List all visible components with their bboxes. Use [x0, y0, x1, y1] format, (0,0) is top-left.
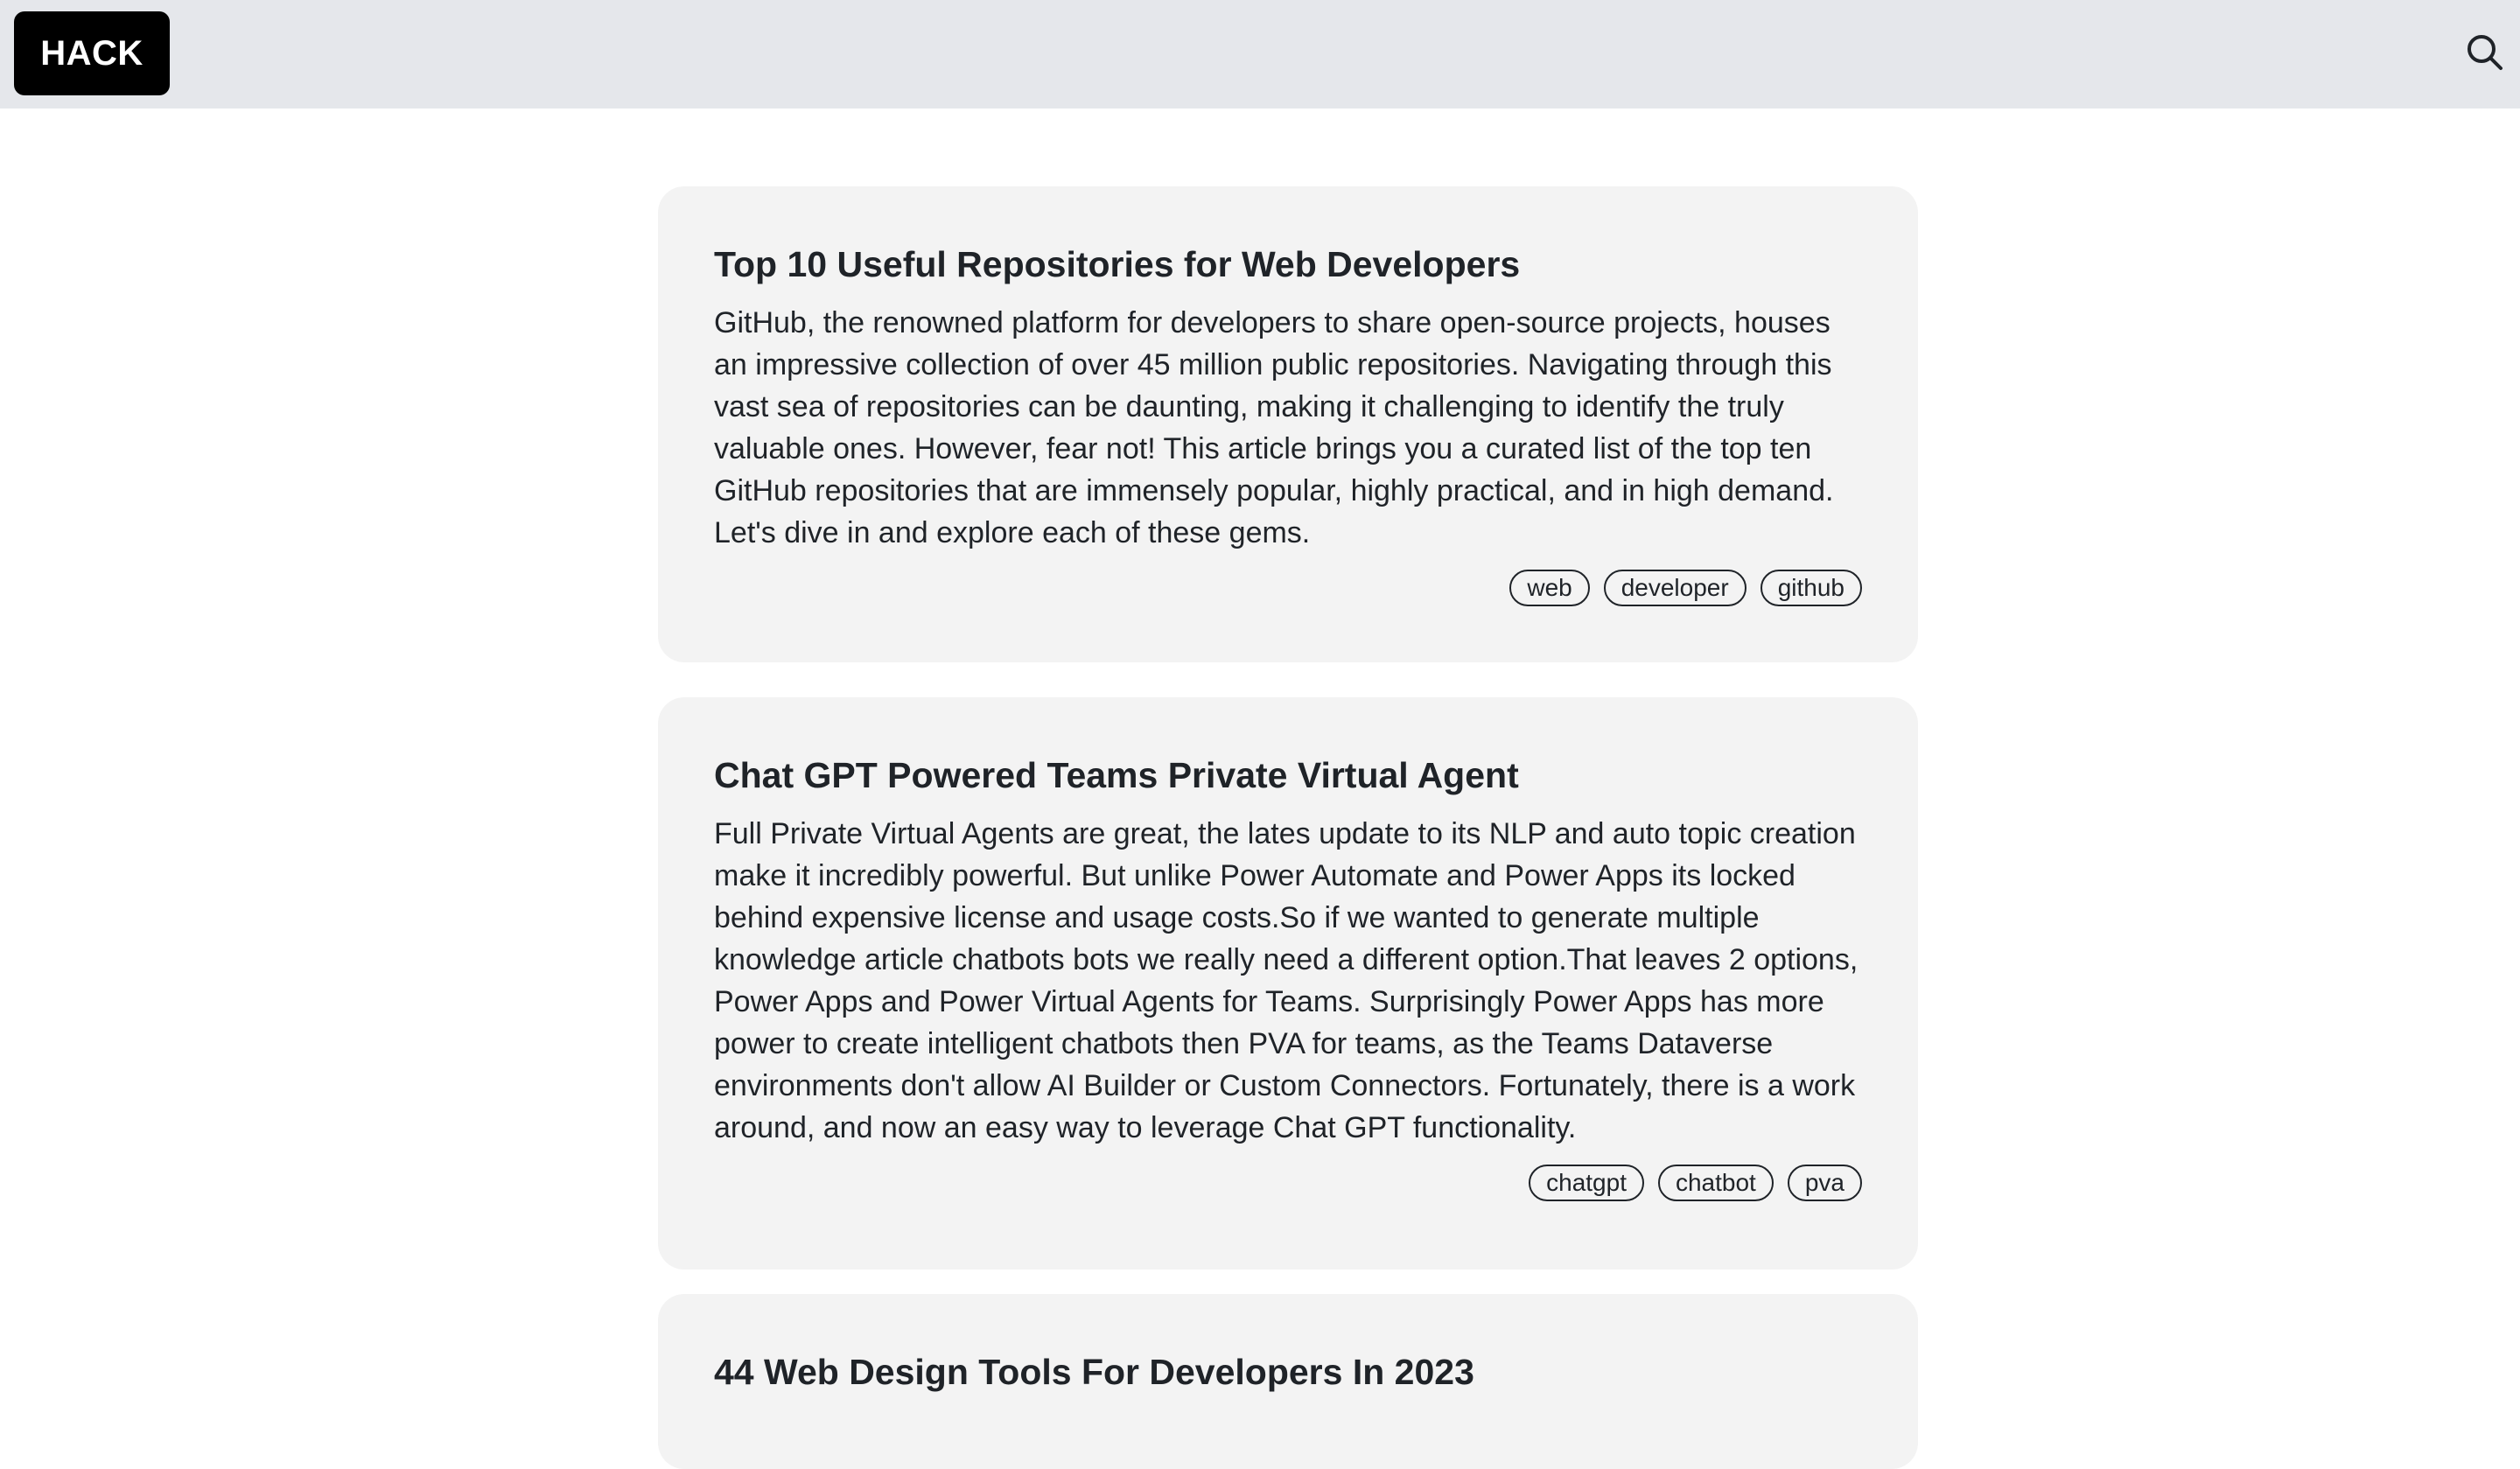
search-icon: [2468, 35, 2502, 70]
post-card[interactable]: Chat GPT Powered Teams Private Virtual A…: [658, 697, 1918, 1270]
post-card[interactable]: Top 10 Useful Repositories for Web Devel…: [658, 186, 1918, 662]
post-tags: chatgpt chatbot pva: [714, 1165, 1862, 1201]
tag-pva[interactable]: pva: [1787, 1165, 1862, 1201]
top-navigation-bar: HACK: [0, 0, 2520, 108]
tag-chatbot[interactable]: chatbot: [1657, 1165, 1774, 1201]
tag-developer[interactable]: developer: [1603, 570, 1746, 606]
tag-github[interactable]: github: [1760, 570, 1862, 606]
post-excerpt: Full Private Virtual Agents are great, t…: [714, 817, 1858, 1144]
tag-chatgpt[interactable]: chatgpt: [1529, 1165, 1644, 1201]
post-excerpt: GitHub, the renowned platform for develo…: [714, 306, 1834, 549]
post-title[interactable]: Chat GPT Powered Teams Private Virtual A…: [714, 753, 1862, 797]
hack-logo-button[interactable]: HACK: [14, 11, 170, 95]
search-button[interactable]: [2460, 26, 2510, 79]
post-card[interactable]: 44 Web Design Tools For Developers In 20…: [658, 1294, 1918, 1469]
post-title[interactable]: Top 10 Useful Repositories for Web Devel…: [714, 242, 1862, 286]
post-title[interactable]: 44 Web Design Tools For Developers In 20…: [714, 1350, 1862, 1394]
post-tags: web developer github: [714, 570, 1862, 606]
tag-web[interactable]: web: [1509, 570, 1590, 606]
